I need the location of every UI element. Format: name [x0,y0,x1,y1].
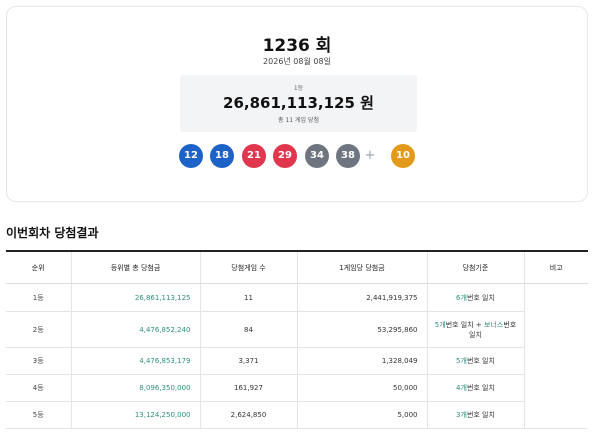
header-rank: 순위 [6,250,71,284]
table-row: 4등 8,096,350,000 161,927 50,000 4개번호 일치 [6,374,588,402]
draw-date: 2026년 08월 08일 [263,57,331,66]
criteria-count: 5개 [456,357,467,365]
first-prize-box: 1등 26,861,113,125 원 총 11 게임 당첨 [180,75,417,132]
cell-criteria: 3개번호 일치 [426,401,524,429]
criteria-count: 6개 [456,293,467,302]
table-row: 5등 13,124,250,000 2,624,850 5,000 3개번호 일… [6,401,588,429]
criteria-tail: 번호 [503,320,517,329]
winning-ball: 12 [179,144,203,168]
cell-per-game-prize: 1,328,049 [296,347,427,375]
criteria-text: 번호 일치 + [445,320,484,329]
criteria-text: 번호 일치 [466,357,495,365]
cell-per-game-prize: 5,000 [296,401,427,429]
plus-icon: + [364,148,376,163]
cell-per-game-prize: 50,000 [296,374,427,402]
winning-ball: 21 [242,144,266,168]
winning-ball: 38 [336,144,360,168]
cell-rank: 1등 [6,283,71,312]
cell-total-prize: 4,476,853,179 [70,347,200,375]
table-row: 2등 4,476,852,240 84 53,295,860 5개번호 일치 +… [6,311,588,348]
header-note: 비고 [523,250,588,284]
cell-winner-count: 3,371 [199,347,297,375]
cell-winner-count: 11 [199,283,297,312]
cell-rank: 3등 [6,347,71,375]
criteria-line2: 일치 [469,330,482,339]
cell-total-prize: 8,096,350,000 [70,374,200,402]
first-prize-amount: 26,861,113,125 원 [223,94,374,112]
cell-criteria: 6개번호 일치 [426,283,524,312]
table-header-row: 순위 등위별 총 당첨금 당첨게임 수 1게임당 당첨금 당첨기준 비고 [6,250,588,284]
cell-total-prize: 13,124,250,000 [70,401,200,429]
header-per-game-prize: 1게임당 당첨금 [296,250,427,284]
criteria-text: 번호 일치 [466,411,495,419]
cell-criteria: 5개번호 일치 [426,347,524,375]
criteria-count: 3개 [456,411,467,419]
winning-ball: 29 [273,144,297,168]
criteria-bonus: 보너스 [484,320,504,329]
cell-rank: 2등 [6,311,71,348]
bonus-ball: 10 [391,144,415,168]
cell-rank: 4등 [6,374,71,402]
winning-ball: 34 [305,144,329,168]
header-total-prize: 등위별 총 당첨금 [70,250,200,284]
cell-rank: 5등 [6,401,71,429]
table-row: 1등 26,861,113,125 11 2,441,919,375 6개번호 … [6,283,588,429]
draw-result-card: 1236 회 2026년 08월 08일 1등 26,861,113,125 원… [6,6,588,202]
first-prize-winners: 총 11 게임 당첨 [278,117,319,124]
draw-number: 1236 회 [262,36,332,56]
section-title: 이번회차 당첨결과 [6,226,99,240]
cell-winner-count: 84 [199,311,297,348]
cell-criteria: 4개번호 일치 [426,374,524,402]
winning-ball: 18 [210,144,234,168]
cell-winner-count: 2,624,850 [199,401,297,429]
header-winner-count: 당첨게임 수 [199,250,297,284]
cell-total-prize: 26,861,113,125 [70,283,200,312]
first-prize-rank: 1등 [293,85,304,92]
table-row: 3등 4,476,853,179 3,371 1,328,049 5개번호 일치 [6,347,588,375]
cell-criteria: 5개번호 일치 + 보너스번호일치 [426,311,524,348]
cell-note [523,283,588,429]
criteria-count: 5개 [434,320,446,329]
criteria-text: 번호 일치 [466,384,495,392]
cell-per-game-prize: 53,295,860 [296,311,427,348]
cell-total-prize: 4,476,852,240 [70,311,200,348]
criteria-text: 번호 일치 [466,293,495,302]
cell-per-game-prize: 2,441,919,375 [296,283,427,312]
cell-winner-count: 161,927 [199,374,297,402]
criteria-count: 4개 [456,384,467,392]
results-table: 순위 등위별 총 당첨금 당첨게임 수 1게임당 당첨금 당첨기준 비고 1등 … [6,250,588,429]
header-criteria: 당첨기준 [426,250,524,284]
